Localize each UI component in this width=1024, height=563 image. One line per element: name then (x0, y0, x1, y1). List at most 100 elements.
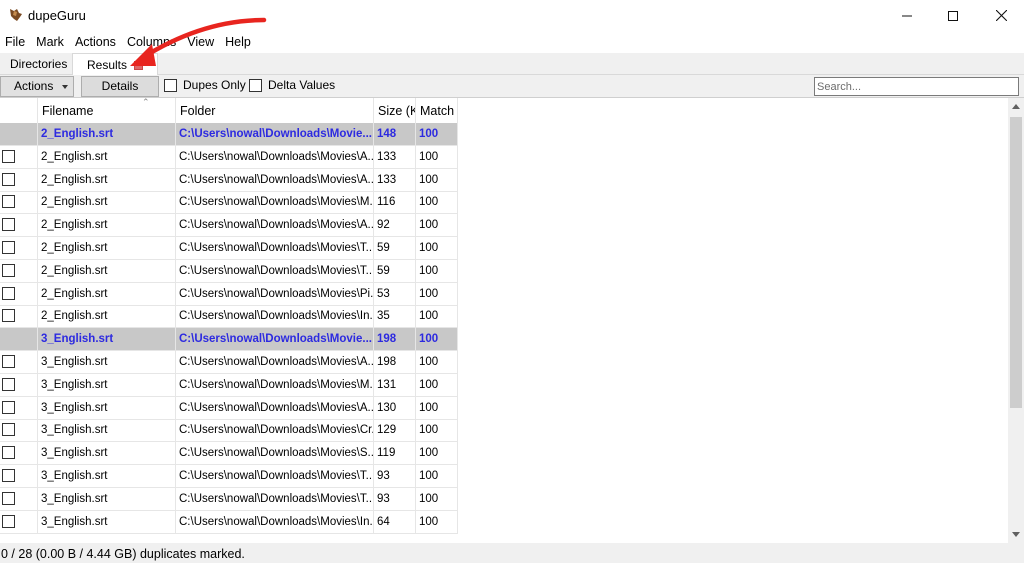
row-mark-checkbox[interactable] (2, 377, 15, 391)
row-mark-checkbox[interactable] (2, 514, 15, 528)
table-row[interactable]: 3_English.srt C:\Users\nowal\Downloads\Mo… (0, 442, 458, 466)
table-row[interactable]: 2_English.srt C:\Users\nowal\Downloads\Mo… (0, 191, 458, 215)
row-mark-checkbox[interactable] (2, 491, 15, 505)
row-mark-checkbox[interactable] (2, 195, 15, 209)
mark-cell (0, 191, 38, 214)
actions-button-label: Actions (14, 79, 54, 93)
folder-cell: C:\Users\nowal\Downloads\Movies\Pi... (176, 282, 374, 305)
row-mark-checkbox[interactable] (2, 149, 15, 163)
table-row[interactable]: 2_English.srt C:\Users\nowal\Downloads\Mo… (0, 214, 458, 238)
folder-cell: C:\Users\nowal\Downloads\Movies\A... (176, 396, 374, 419)
folder-cell: C:\Users\nowal\Downloads\Movies\T... (176, 259, 374, 282)
chevron-up-icon (1012, 104, 1020, 109)
dupes-only-checkbox[interactable] (164, 78, 177, 92)
minimize-button[interactable] (884, 0, 930, 31)
row-mark-checkbox[interactable] (2, 263, 15, 277)
delta-values-label: Delta Values (268, 78, 336, 92)
row-mark-checkbox[interactable] (2, 218, 15, 232)
delta-values-checkbox[interactable] (249, 78, 262, 92)
size-cell: 119 (374, 442, 416, 465)
table-row[interactable]: 3_English.srt C:\Users\nowal\Downloads\Mo… (0, 487, 458, 511)
filename-cell: 3_English.srt (38, 373, 176, 396)
scroll-down-button[interactable] (1008, 526, 1024, 543)
column-header-filename[interactable]: ⌃ Filename (38, 98, 176, 123)
size-cell: 133 (374, 168, 416, 191)
menu-file[interactable]: File (0, 31, 31, 53)
size-cell: 64 (374, 510, 416, 533)
vertical-scrollbar[interactable] (1008, 98, 1024, 543)
row-mark-checkbox[interactable] (2, 423, 15, 437)
row-mark-checkbox[interactable] (2, 355, 15, 368)
mark-cell (0, 487, 38, 510)
table-row[interactable]: 2_English.srt C:\Users\nowal\Downloads\Mo… (0, 168, 458, 192)
table-row-group-reference[interactable]: 2_English.srt C:\Users\nowal\Downloads\Mo… (0, 123, 458, 146)
filename-cell: 2_English.srt (38, 145, 176, 168)
column-header-filename-label: Filename (42, 104, 94, 118)
folder-cell: C:\Users\nowal\Downloads\Movies\In... (176, 305, 374, 328)
menu-mark[interactable]: Mark (31, 31, 70, 53)
row-mark-checkbox[interactable] (2, 286, 15, 300)
table-row[interactable]: 2_English.srt C:\Users\nowal\Downloads\Mo… (0, 305, 458, 329)
folder-cell: C:\Users\nowal\Downloads\Movie... (176, 123, 374, 145)
size-cell: 92 (374, 214, 416, 237)
menu-actions[interactable]: Actions (70, 31, 122, 53)
dupes-only-label: Dupes Only (183, 78, 246, 92)
maximize-icon (948, 10, 958, 21)
table-row[interactable]: 2_English.srt C:\Users\nowal\Downloads\Mo… (0, 145, 458, 169)
maximize-button[interactable] (930, 0, 976, 31)
table-row[interactable]: 2_English.srt C:\Users\nowal\Downloads\Mo… (0, 282, 458, 306)
table-row[interactable]: 2_English.srt C:\Users\nowal\Downloads\Mo… (0, 237, 458, 260)
scrollbar-thumb[interactable] (1010, 117, 1022, 408)
results-table: ⌃ Filename Folder Size (K Match 2_Englis… (0, 98, 1008, 543)
filename-cell: 3_English.srt (38, 396, 176, 419)
row-mark-checkbox[interactable] (2, 469, 15, 482)
mark-cell (0, 145, 38, 168)
table-header: ⌃ Filename Folder Size (K Match (0, 98, 458, 123)
match-cell: 100 (416, 191, 458, 214)
match-cell: 100 (416, 351, 458, 373)
folder-cell: C:\Users\nowal\Downloads\Movies\T... (176, 465, 374, 487)
scroll-up-button[interactable] (1008, 98, 1024, 115)
mark-cell (0, 465, 38, 487)
row-mark-checkbox[interactable] (2, 400, 15, 414)
size-cell: 198 (374, 328, 416, 351)
delta-values-toggle[interactable]: Delta Values (249, 78, 335, 92)
search-input[interactable] (814, 77, 1019, 96)
filename-cell: 3_English.srt (38, 351, 176, 373)
table-row[interactable]: 3_English.srt C:\Users\nowal\Downloads\Mo… (0, 465, 458, 488)
size-cell: 129 (374, 419, 416, 442)
dupes-only-toggle[interactable]: Dupes Only (164, 78, 246, 92)
table-row-group-reference[interactable]: 3_English.srt C:\Users\nowal\Downloads\Mo… (0, 328, 458, 352)
row-mark-checkbox[interactable] (2, 241, 15, 254)
folder-cell: C:\Users\nowal\Downloads\Movies\In... (176, 510, 374, 533)
size-cell: 198 (374, 351, 416, 373)
mark-cell (0, 442, 38, 465)
column-header-size[interactable]: Size (K (374, 98, 416, 123)
match-cell: 100 (416, 487, 458, 510)
filename-cell: 2_English.srt (38, 259, 176, 282)
table-row[interactable]: 3_English.srt C:\Users\nowal\Downloads\Mo… (0, 396, 458, 420)
table-row[interactable]: 2_English.srt C:\Users\nowal\Downloads\Mo… (0, 259, 458, 283)
row-mark-checkbox[interactable] (2, 446, 15, 460)
close-button[interactable] (978, 0, 1024, 31)
column-header-size-label: Size (K (378, 104, 416, 118)
column-header-folder[interactable]: Folder (176, 98, 374, 123)
filename-cell: 3_English.srt (38, 328, 176, 351)
mark-cell (0, 305, 38, 328)
row-mark-checkbox[interactable] (2, 309, 15, 323)
column-header-marker[interactable] (0, 98, 38, 123)
table-row[interactable]: 3_English.srt C:\Users\nowal\Downloads\Mo… (0, 419, 458, 443)
folder-cell: C:\Users\nowal\Downloads\Movie... (176, 328, 374, 351)
close-icon (995, 10, 1007, 21)
actions-dropdown-button[interactable]: Actions (0, 76, 74, 97)
table-row[interactable]: 3_English.srt C:\Users\nowal\Downloads\Mo… (0, 351, 458, 374)
table-row[interactable]: 3_English.srt C:\Users\nowal\Downloads\Mo… (0, 510, 458, 534)
table-row[interactable]: 3_English.srt C:\Users\nowal\Downloads\Mo… (0, 373, 458, 397)
row-mark-checkbox[interactable] (2, 172, 15, 186)
column-header-match[interactable]: Match (416, 98, 458, 123)
size-cell: 133 (374, 145, 416, 168)
tab-directories[interactable]: Directories (2, 55, 75, 75)
folder-cell: C:\Users\nowal\Downloads\Movies\M... (176, 191, 374, 214)
mark-cell (0, 351, 38, 373)
details-button[interactable]: Details (81, 76, 159, 97)
